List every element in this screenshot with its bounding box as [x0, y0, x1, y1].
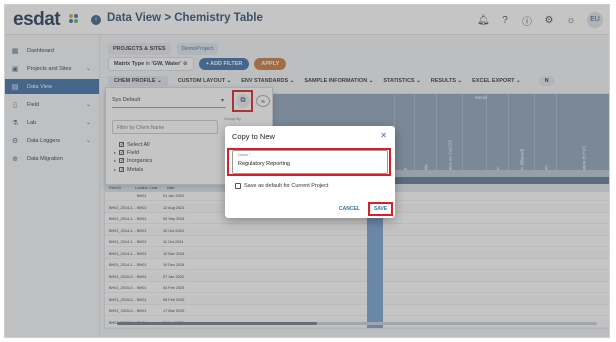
default-checkbox[interactable]: [235, 183, 241, 189]
copy-to-new-dialog: Copy to New ✕ Name * Regulatory Reportin…: [225, 126, 395, 218]
dialog-title: Copy to New: [232, 132, 275, 141]
save-button[interactable]: SAVE: [368, 202, 393, 216]
default-checkbox-row[interactable]: Save as default for Current Project: [235, 183, 328, 189]
name-field-value[interactable]: Regulatory Reporting: [238, 161, 290, 167]
default-checkbox-label: Save as default for Current Project: [244, 183, 329, 189]
close-icon[interactable]: ✕: [380, 131, 387, 140]
cancel-button[interactable]: CANCEL: [339, 206, 360, 212]
name-field-label: Name *: [238, 153, 251, 157]
app-window: esdat ‹ Data View > Chemistry Table 🔔︎ ?…: [4, 4, 610, 338]
name-field[interactable]: Name * Regulatory Reporting: [232, 150, 388, 174]
